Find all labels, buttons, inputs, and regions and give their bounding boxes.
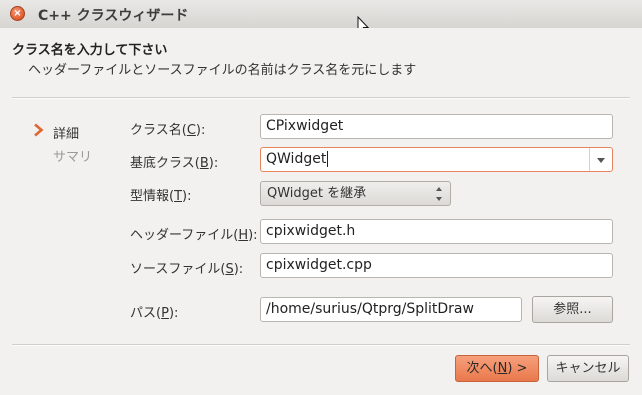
browse-button[interactable]: 参照... [532,296,613,323]
path-input[interactable]: /home/surius/Qtprg/SplitDraw [260,297,522,322]
header-title: クラス名を入力して下さい [12,43,168,58]
base-class-combobox[interactable]: QWidget [260,147,613,172]
next-button[interactable]: 次へ(N) > [455,355,539,382]
chevron-down-icon[interactable] [589,148,612,171]
header-subtitle: ヘッダーファイルとソースファイルの名前はクラス名を元にします [28,63,417,78]
type-info-select[interactable]: QWidget を継承 [260,181,451,206]
window-title: C++ クラスウィザード [38,8,189,24]
source-file-input[interactable]: cpixwidget.cpp [260,253,613,278]
text-caret [327,151,329,167]
updown-arrows-icon [436,187,444,201]
source-file-label: ソースファイル(S): [130,262,244,277]
bottom-divider [12,344,630,346]
cancel-button[interactable]: キャンセル [547,355,629,382]
base-class-value: QWidget [266,151,327,167]
header-file-label: ヘッダーファイル(H): [130,228,258,243]
wizard-header: クラス名を入力して下さい ヘッダーファイルとソースファイルの名前はクラス名を元に… [0,28,642,90]
title-bar: × C++ クラスウィザード [0,0,642,29]
class-name-label: クラス名(C): [130,123,206,138]
step-details: 詳細 [53,127,80,142]
header-file-input[interactable]: cpixwidget.h [260,219,613,244]
current-step-chevron-icon [34,123,44,137]
close-icon[interactable]: × [10,6,25,21]
top-divider [12,97,630,99]
base-class-label: 基底クラス(B): [130,156,219,171]
type-info-label: 型情報(T): [130,189,192,204]
path-label: パス(P): [130,306,179,321]
type-info-value: QWidget を継承 [267,186,367,201]
class-name-input[interactable]: CPixwidget [260,114,613,139]
step-summary: サマリ [53,150,93,165]
